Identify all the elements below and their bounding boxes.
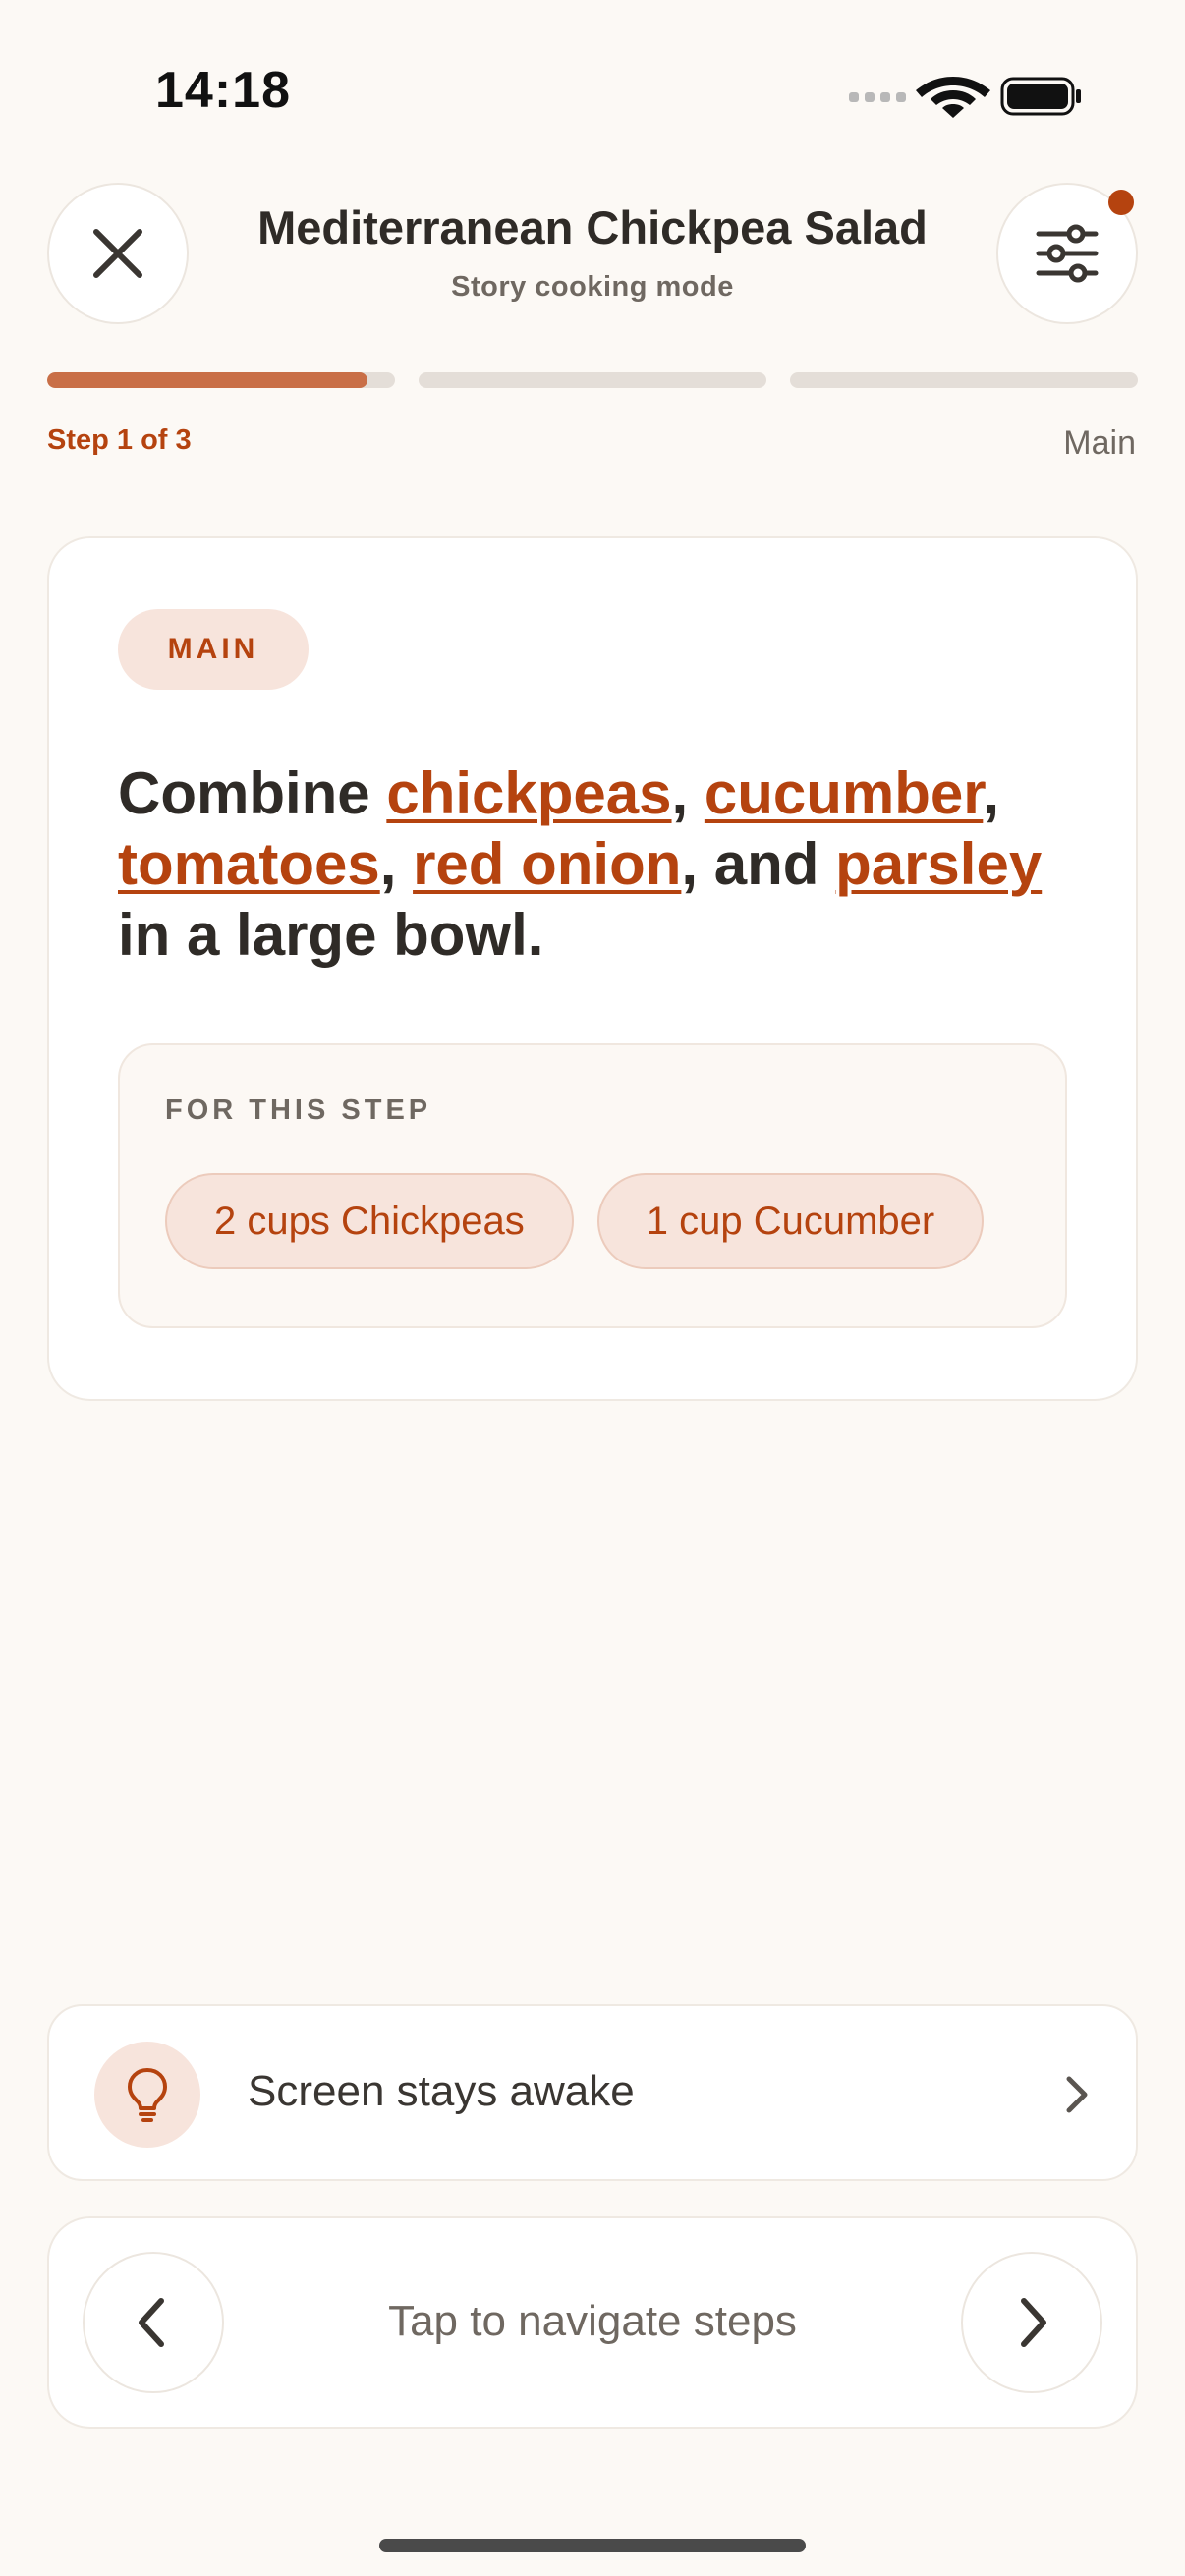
cellular-signal-icon: [849, 92, 906, 102]
next-step-button[interactable]: [961, 2252, 1102, 2393]
progress-segment-fill: [47, 372, 367, 388]
instruction-text: Combine: [118, 760, 387, 826]
chevron-right-icon: [1021, 2298, 1046, 2347]
battery-icon: [1000, 77, 1081, 116]
progress-segment-3: [790, 372, 1138, 388]
instruction-text: ,: [983, 760, 999, 826]
ingredient-link-tomatoes[interactable]: tomatoes: [118, 831, 380, 897]
instruction-text: , and: [681, 831, 836, 897]
instruction-text: ,: [379, 831, 414, 897]
step-instruction: Combine chickpeas, cucumber, tomatoes, r…: [118, 758, 1067, 971]
close-icon: [93, 229, 142, 278]
screen-awake-label: Screen stays awake: [248, 2067, 635, 2115]
for-this-step-label: FOR THIS STEP: [165, 1094, 432, 1126]
progress-segment-2: [419, 372, 766, 388]
previous-step-button[interactable]: [83, 2252, 224, 2393]
ingredient-link-red-onion[interactable]: red onion: [413, 831, 681, 897]
ingredient-link-chickpeas[interactable]: chickpeas: [386, 760, 671, 826]
notification-dot: [1108, 190, 1134, 215]
bulb-badge: [94, 2042, 200, 2148]
sliders-icon: [1036, 224, 1099, 283]
wifi-icon: [916, 77, 990, 118]
ingredient-chip[interactable]: 1 cup Cucumber: [596, 1173, 985, 1269]
status-icons: [849, 77, 1081, 118]
ingredient-link-parsley[interactable]: parsley: [835, 831, 1042, 897]
progress-segment-1: [47, 372, 395, 388]
recipe-title: Mediterranean Chickpea Salad: [257, 201, 928, 253]
chevron-left-icon: [139, 2298, 164, 2347]
home-indicator[interactable]: [379, 2539, 806, 2552]
close-button[interactable]: [47, 183, 189, 324]
instruction-text: ,: [671, 760, 705, 826]
chevron-right-icon: [1066, 2076, 1088, 2113]
status-time: 14:18: [155, 62, 291, 119]
navigate-hint: Tap to navigate steps: [388, 2297, 797, 2345]
ingredient-chip[interactable]: 2 cups Chickpeas: [165, 1173, 574, 1269]
step-counter: Step 1 of 3: [47, 424, 192, 456]
instruction-text: in a large bowl.: [118, 902, 544, 968]
mode-subtitle: Story cooking mode: [451, 271, 734, 303]
ingredient-link-cucumber[interactable]: cucumber: [705, 760, 983, 826]
section-badge: MAIN: [118, 609, 309, 690]
lightbulb-icon: [128, 2068, 167, 2122]
section-label: Main: [1063, 424, 1136, 462]
ingredient-chip-row[interactable]: 2 cups Chickpeas 1 cup Cucumber: [165, 1173, 1022, 1273]
